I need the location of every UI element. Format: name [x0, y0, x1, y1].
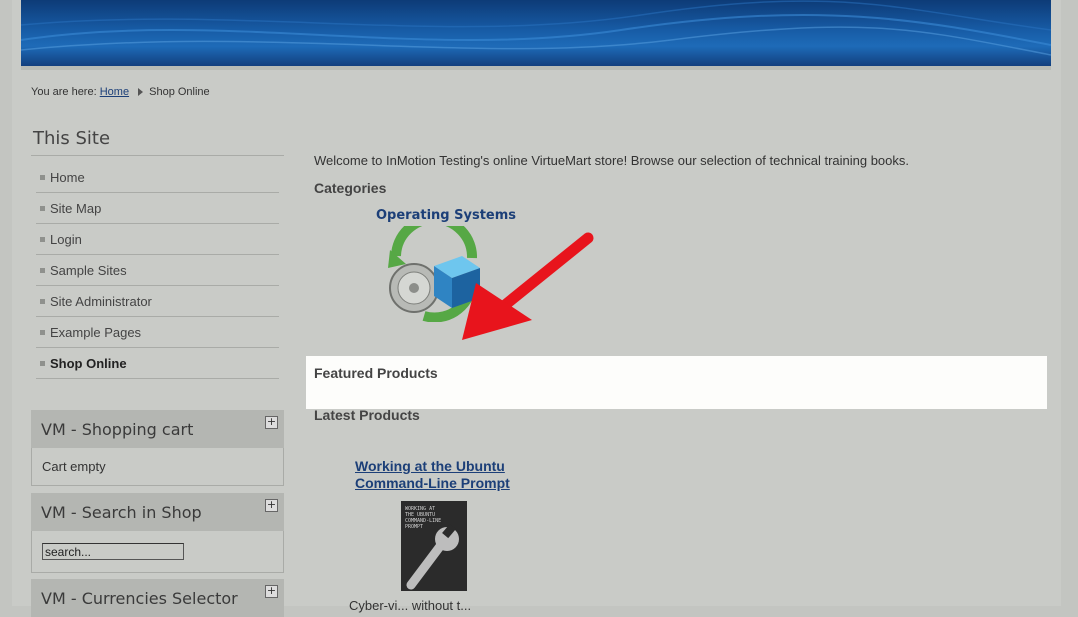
- expand-toggle-button[interactable]: +: [265, 416, 278, 429]
- breadcrumb-prefix: You are here:: [31, 86, 97, 98]
- currency-selector-module: VM - Currencies Selector +: [31, 579, 284, 617]
- category-link-operating-systems[interactable]: Operating Systems: [376, 208, 516, 223]
- banner-divider: [21, 66, 1051, 70]
- bullet-icon: [40, 329, 45, 335]
- breadcrumb-arrow-icon: [138, 88, 144, 97]
- sidebar-item-example-pages[interactable]: Example Pages: [36, 317, 279, 348]
- sidebar-item-home[interactable]: Home: [36, 162, 279, 193]
- product-cover-image[interactable]: WORKING AT THE UBUNTU COMMAND-LINE PROMP…: [401, 501, 467, 591]
- search-module-header: VM - Search in Shop +: [31, 493, 284, 531]
- bullet-icon: [40, 360, 45, 366]
- product-title-line1: Working at the Ubuntu: [355, 458, 505, 474]
- breadcrumb-home-link[interactable]: Home: [100, 86, 129, 98]
- header-banner: [21, 0, 1051, 66]
- sidebar-item-label: Example Pages: [50, 324, 142, 340]
- breadcrumb-current: Shop Online: [149, 86, 210, 98]
- search-module: VM - Search in Shop +: [31, 493, 284, 573]
- product-title-line2: Command-Line Prompt: [355, 475, 510, 491]
- featured-products-highlight: [306, 356, 1047, 409]
- sidebar-item-label: Site Administrator: [50, 293, 152, 309]
- sidebar-heading: This Site: [33, 128, 111, 149]
- search-module-body: [31, 531, 284, 573]
- sidebar-item-label: Shop Online: [50, 355, 127, 371]
- module-title: VM - Shopping cart: [41, 419, 194, 439]
- expand-toggle-button[interactable]: +: [265, 499, 278, 512]
- welcome-text: Welcome to InMotion Testing's online Vir…: [314, 153, 910, 168]
- product-title-link[interactable]: Working at the Ubuntu Command-Line Promp…: [355, 458, 510, 492]
- banner-waves: [21, 0, 1051, 56]
- latest-products-heading: Latest Products: [314, 407, 420, 423]
- module-title: VM - Search in Shop: [41, 502, 202, 522]
- shopping-cart-module: VM - Shopping cart + Cart empty: [31, 410, 284, 486]
- expand-toggle-button[interactable]: +: [265, 585, 278, 598]
- sidebar-item-shop-online[interactable]: Shop Online: [36, 348, 279, 379]
- module-title: VM - Currencies Selector: [41, 588, 238, 608]
- bullet-icon: [40, 267, 45, 273]
- wrench-icon: [406, 523, 459, 590]
- annotation-arrow-icon: [462, 232, 594, 340]
- sidebar-item-label: Site Map: [50, 200, 102, 216]
- currency-selector-module-header: VM - Currencies Selector +: [31, 579, 284, 617]
- bullet-icon: [40, 236, 45, 242]
- bullet-icon: [40, 174, 45, 180]
- shop-search-input[interactable]: [42, 543, 184, 560]
- sidebar-item-label: Sample Sites: [50, 262, 127, 278]
- sidebar-item-login[interactable]: Login: [36, 224, 279, 255]
- cart-status: Cart empty: [42, 459, 106, 474]
- sidebar-item-site-administrator[interactable]: Site Administrator: [36, 286, 279, 317]
- sidebar-heading-divider: [31, 155, 284, 156]
- categories-heading: Categories: [314, 180, 387, 196]
- bullet-icon: [40, 298, 45, 304]
- sidebar-item-sample-sites[interactable]: Sample Sites: [36, 255, 279, 286]
- sidebar-menu: Home Site Map Login Sample Sites Site Ad…: [36, 162, 279, 379]
- sidebar-item-site-map[interactable]: Site Map: [36, 193, 279, 224]
- sidebar-item-label: Login: [50, 231, 82, 247]
- sidebar-item-label: Home: [50, 169, 85, 185]
- bullet-icon: [40, 205, 45, 211]
- shopping-cart-module-header: VM - Shopping cart +: [31, 410, 284, 448]
- breadcrumb: You are here: Home Shop Online: [31, 86, 210, 98]
- featured-products-heading: Featured Products: [314, 365, 438, 381]
- shopping-cart-module-body: Cart empty: [31, 448, 284, 486]
